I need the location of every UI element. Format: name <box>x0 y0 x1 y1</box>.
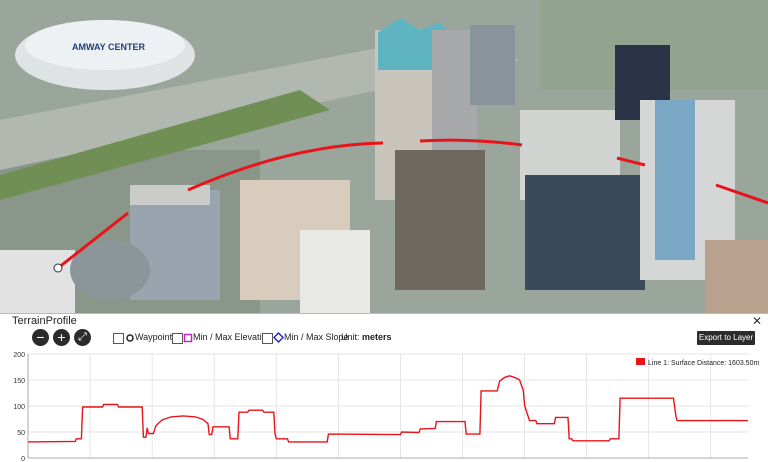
panel-title: TerrainProfile <box>12 315 77 327</box>
chart-grid <box>27 353 748 459</box>
close-icon[interactable]: ✕ <box>752 314 762 328</box>
waypoint-marker-icon <box>126 334 134 342</box>
y-tick-label: 200 <box>13 352 25 359</box>
y-tick-label: 0 <box>21 456 25 461</box>
unit-prefix: Unit: <box>341 332 360 342</box>
waypoint-checkbox[interactable] <box>113 333 124 344</box>
map-view[interactable]: AMWAY CENTER <box>0 0 768 313</box>
y-tick-label: 50 <box>17 430 25 437</box>
elevation-profile-chart: 050100150200 050100150200250300350400450… <box>13 352 759 461</box>
legend-swatch <box>636 358 645 365</box>
chart-legend: Line 1: Surface Distance: 1603.50m <box>636 358 759 367</box>
zoom-in-button[interactable]: + <box>53 329 70 346</box>
export-to-layer-button[interactable]: Export to Layer <box>697 331 755 345</box>
slope-marker-icon <box>273 332 284 343</box>
legend-label: Line 1: Surface Distance: 1603.50m <box>648 360 759 367</box>
unit-indicator: Unit: meters <box>341 332 392 342</box>
y-tick-label: 150 <box>13 378 25 385</box>
min-max-elevation-label: Min / Max Elevation <box>193 332 272 342</box>
y-tick-label: 100 <box>13 404 25 411</box>
min-max-slope-label: Min / Max Slope <box>284 332 349 342</box>
min-max-elevation-checkbox[interactable] <box>172 333 183 344</box>
waypoint-label: Waypoint <box>135 332 173 342</box>
zoom-out-button[interactable]: − <box>32 329 49 346</box>
fit-extent-button[interactable]: ⤢ <box>74 329 91 346</box>
elevation-marker-icon <box>183 333 193 343</box>
unit-value: meters <box>362 332 392 342</box>
y-axis: 0 50 100 150 200 <box>13 352 29 461</box>
terrain-profile-path <box>53 138 768 273</box>
min-max-slope-checkbox[interactable] <box>262 333 273 344</box>
